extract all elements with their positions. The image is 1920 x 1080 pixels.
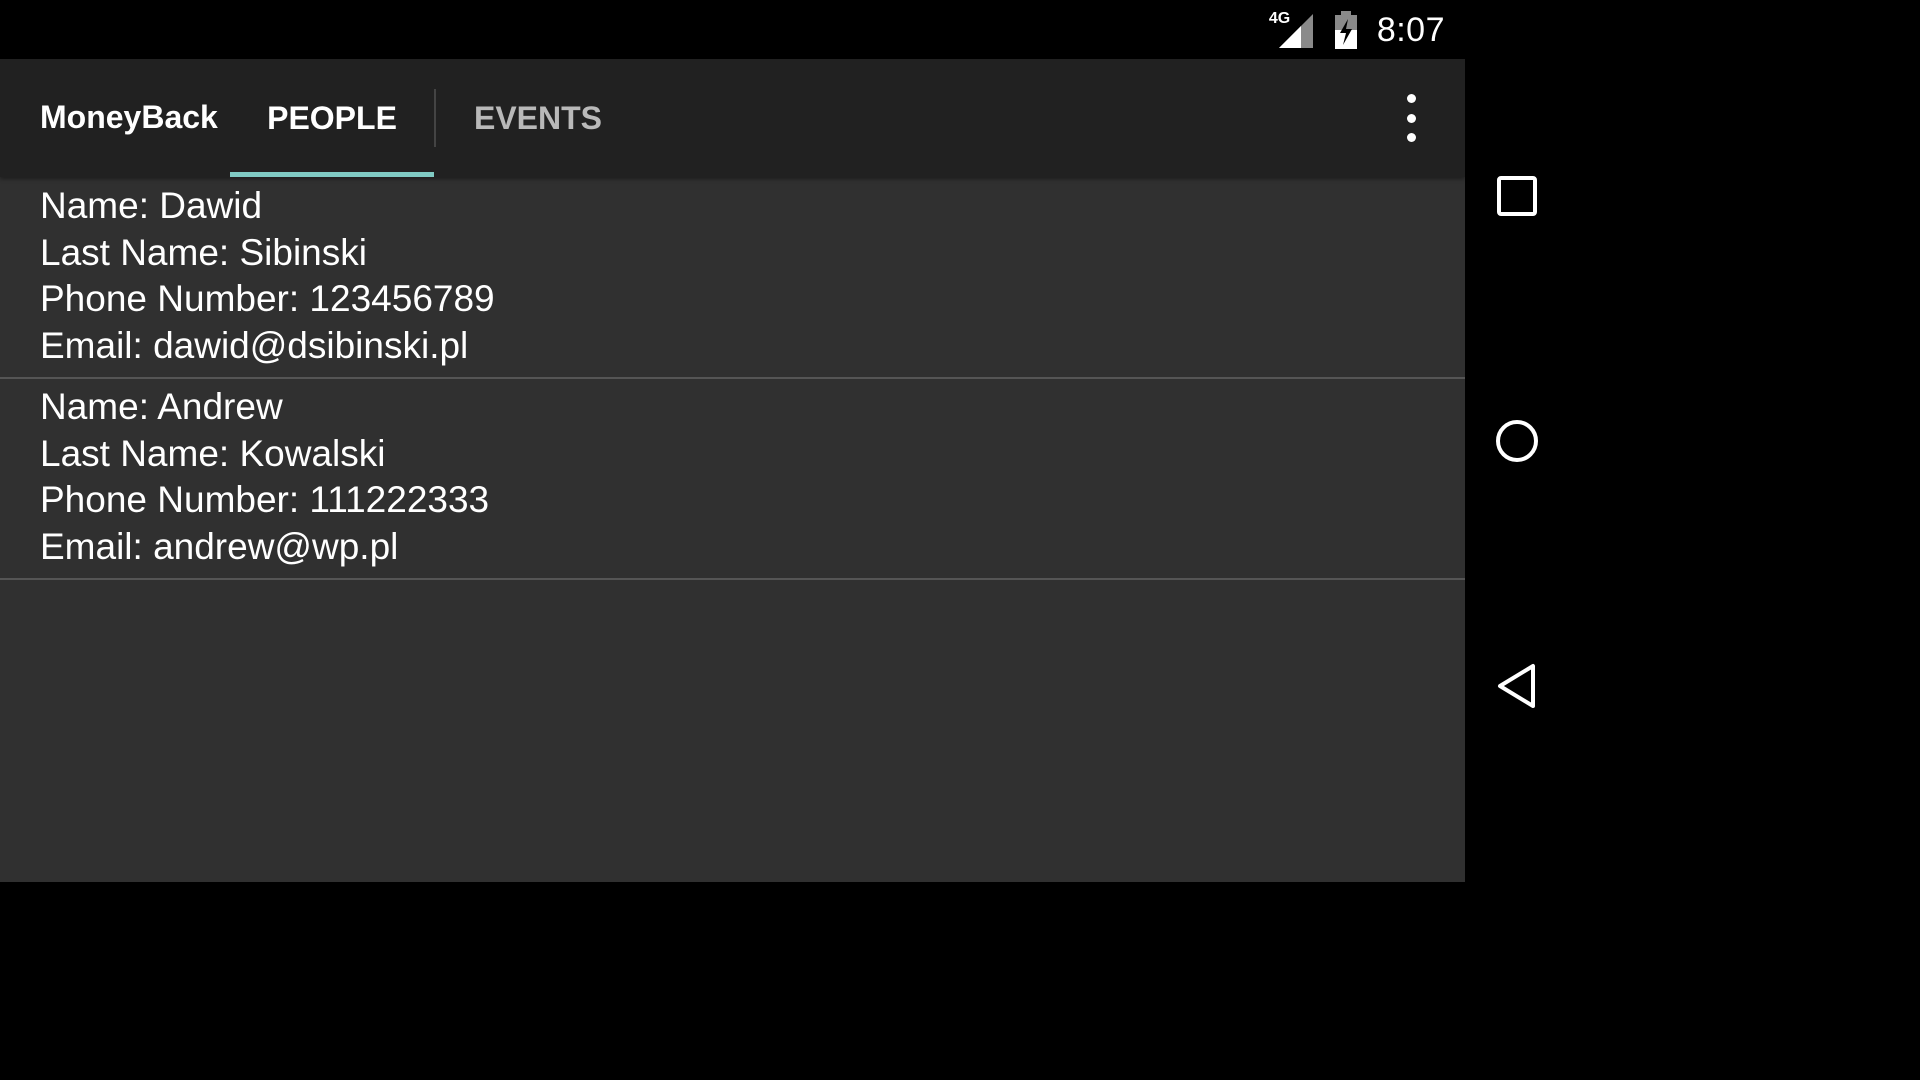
people-list: Name: Dawid Last Name: Sibinski Phone Nu… <box>0 178 1465 580</box>
person-phone: Phone Number: 111222333 <box>40 479 490 521</box>
status-bar: 4G 8:07 <box>0 0 1465 59</box>
person-email: Email: dawid@dsibinski.pl <box>40 325 469 367</box>
app-title: MoneyBack <box>40 99 218 135</box>
back-button[interactable] <box>1465 636 1568 736</box>
battery-charging-icon <box>1333 10 1359 50</box>
back-icon <box>1497 664 1535 708</box>
tab-people[interactable]: PEOPLE <box>230 59 434 177</box>
status-icons: 4G 8:07 <box>1269 8 1445 52</box>
overflow-menu-icon[interactable] <box>1390 94 1432 142</box>
navigation-bar <box>1465 0 1568 882</box>
list-item[interactable]: Name: Andrew Last Name: Kowalski Phone N… <box>0 379 1465 580</box>
app-content: MoneyBack PEOPLE EVENTS Name: Dawid Last… <box>0 59 1465 882</box>
home-button[interactable] <box>1465 391 1568 491</box>
person-last-name: Last Name: Sibinski <box>40 231 367 273</box>
signal-4g-icon: 4G <box>1269 10 1315 50</box>
person-name: Name: Dawid <box>40 185 263 226</box>
person-name: Name: Andrew <box>40 386 283 427</box>
tab-events[interactable]: EVENTS <box>436 59 640 177</box>
home-icon <box>1495 420 1538 462</box>
person-last-name: Last Name: Kowalski <box>40 432 386 474</box>
recents-button[interactable] <box>1465 146 1568 246</box>
action-bar: MoneyBack PEOPLE EVENTS <box>0 59 1465 177</box>
list-item[interactable]: Name: Dawid Last Name: Sibinski Phone Nu… <box>0 178 1465 379</box>
clock: 8:07 <box>1376 10 1445 49</box>
person-phone: Phone Number: 123456789 <box>40 278 495 320</box>
tab-selected-indicator <box>230 172 434 177</box>
person-email: Email: andrew@wp.pl <box>40 526 399 568</box>
recents-icon <box>1496 176 1537 216</box>
